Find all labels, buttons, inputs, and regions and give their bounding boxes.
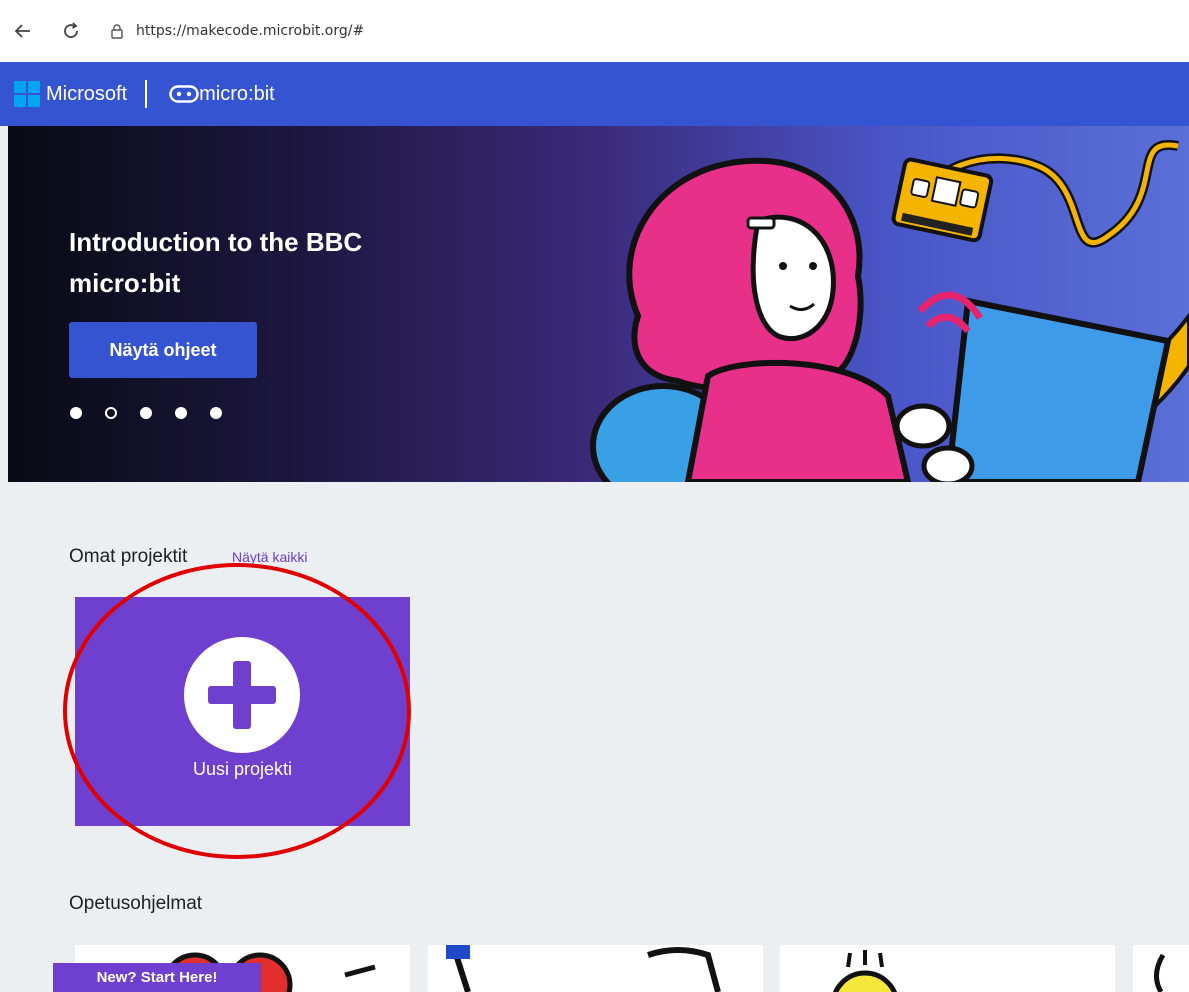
reload-button[interactable] bbox=[56, 16, 86, 46]
tutorial-card[interactable] bbox=[780, 945, 1115, 992]
hero-banner: Introduction to the BBC micro:bit Näytä … bbox=[8, 126, 1189, 482]
carousel-dot[interactable] bbox=[175, 407, 187, 419]
lock-icon bbox=[111, 24, 123, 39]
my-projects-title: Omat projektit bbox=[69, 546, 188, 567]
header-divider bbox=[145, 80, 148, 108]
tutorial-thumbnail bbox=[1154, 953, 1166, 992]
tutorial-thumbnail bbox=[833, 950, 897, 992]
reload-icon bbox=[64, 22, 78, 38]
carousel-dot[interactable] bbox=[210, 407, 222, 419]
tutorial-card[interactable] bbox=[428, 945, 763, 992]
hero-illustration bbox=[590, 139, 1189, 482]
tutorial-card[interactable] bbox=[1133, 945, 1189, 992]
carousel-dot[interactable] bbox=[140, 407, 152, 419]
tutorials-title: Opetusohjelmat bbox=[69, 893, 203, 914]
microbit-icon bbox=[169, 85, 199, 103]
address-bar[interactable]: https://makecode.microbit.org/# bbox=[100, 16, 374, 46]
start-here-badge[interactable]: New? Start Here! bbox=[53, 963, 261, 992]
highlight-annotation-circle bbox=[63, 563, 411, 859]
url-text: https://makecode.microbit.org/# bbox=[136, 23, 365, 39]
app-header: Microsoft micro:bit bbox=[0, 62, 1189, 126]
browser-toolbar: https://makecode.microbit.org/# bbox=[0, 0, 1189, 62]
microbit-label: micro:bit bbox=[199, 82, 275, 105]
arrow-left-icon bbox=[14, 24, 30, 38]
carousel-dot-active[interactable] bbox=[105, 407, 117, 419]
microbit-logo[interactable]: micro:bit bbox=[169, 83, 275, 106]
microsoft-label: Microsoft bbox=[46, 82, 128, 105]
hero-title: Introduction to the BBC micro:bit bbox=[69, 227, 363, 298]
show-tutorial-button[interactable]: Näytä ohjeet bbox=[69, 322, 257, 378]
carousel-dots bbox=[70, 407, 245, 419]
back-button[interactable] bbox=[8, 16, 38, 46]
microsoft-logo[interactable]: Microsoft bbox=[14, 81, 127, 107]
tutorial-thumbnail bbox=[446, 945, 721, 992]
carousel-dot[interactable] bbox=[70, 407, 82, 419]
windows-icon bbox=[14, 81, 40, 107]
